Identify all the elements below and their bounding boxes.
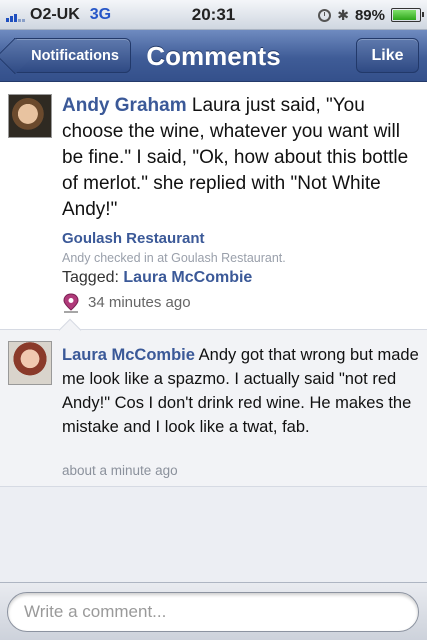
comment-body: Laura McCombie Andy got that wrong but m… xyxy=(62,343,422,439)
back-to-notifications-button[interactable]: Notifications xyxy=(14,38,131,73)
comment-composer xyxy=(0,582,427,640)
battery-icon xyxy=(391,8,424,22)
battery-percent: 89% xyxy=(354,6,385,24)
checkin-text: Andy checked in at Goulash Restaurant. xyxy=(62,251,286,265)
comment-timestamp: about a minute ago xyxy=(62,463,178,478)
like-button-label: Like xyxy=(371,46,404,64)
signal-strength-icon xyxy=(6,8,25,22)
rotation-lock-icon xyxy=(318,8,332,22)
battery-level-fill xyxy=(393,10,417,20)
place-link[interactable]: Goulash Restaurant xyxy=(62,230,205,247)
like-button[interactable]: Like xyxy=(356,38,419,73)
network-type: 3G xyxy=(89,5,112,23)
carrier-name: O2-UK xyxy=(30,5,80,23)
avatar[interactable] xyxy=(8,341,52,385)
navigation-bar: Comments Notifications Like xyxy=(0,30,427,82)
status-right-group: ✱ 89% xyxy=(318,0,424,30)
post-timestamp: 34 minutes ago xyxy=(88,294,191,311)
comment-author-link[interactable]: Laura McCombie xyxy=(62,346,195,364)
post-body: Andy Graham Laura just said, "You choose… xyxy=(62,93,422,223)
bluetooth-icon: ✱ xyxy=(337,6,349,23)
location-pin-icon xyxy=(63,293,79,313)
tagged-line: Tagged: Laura McCombie xyxy=(62,269,252,287)
tagged-label: Tagged: xyxy=(62,269,119,286)
back-button-label: Notifications xyxy=(31,47,119,64)
tagged-person-link[interactable]: Laura McCombie xyxy=(123,269,252,286)
post-author-link[interactable]: Andy Graham xyxy=(62,95,187,116)
avatar[interactable] xyxy=(8,94,52,138)
comment-input[interactable] xyxy=(7,592,419,632)
status-bar: O2-UK 3G 20:31 ✱ 89% xyxy=(0,0,427,30)
original-post: Andy Graham Laura just said, "You choose… xyxy=(0,82,427,330)
